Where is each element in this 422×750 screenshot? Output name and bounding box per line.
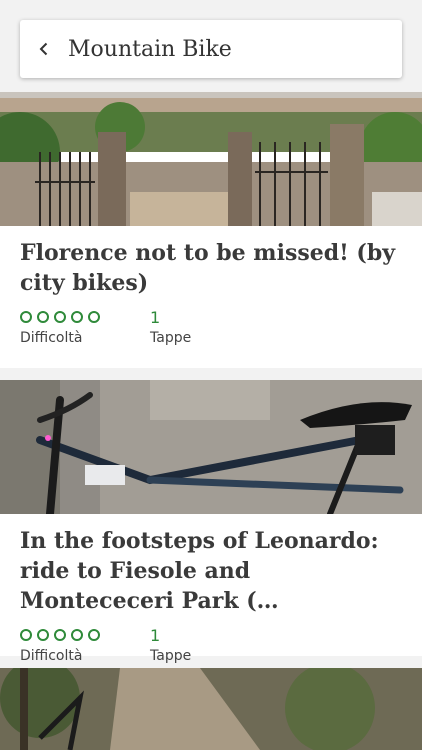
- stages: 1 Tappe: [150, 624, 191, 664]
- stages-label: Tappe: [150, 648, 192, 664]
- route-title: Florence not to be missed! (by city bike…: [20, 240, 395, 296]
- stages-label: Tappe: [150, 330, 192, 346]
- back-button[interactable]: [20, 20, 68, 78]
- route-image: [0, 668, 422, 750]
- route-meta: Difficoltà 1 Tappe: [0, 298, 422, 346]
- top-app-bar: Mountain Bike: [20, 20, 402, 78]
- route-image: [0, 380, 422, 514]
- rating-circle-icon: [20, 311, 32, 323]
- difficulty-label: Difficoltà: [20, 330, 83, 346]
- rating-circle-icon: [37, 629, 49, 641]
- rating-circle-icon: [88, 311, 100, 323]
- difficulty-label: Difficoltà: [20, 648, 83, 664]
- stages: 1 Tappe: [150, 306, 191, 346]
- route-title: In the footsteps of Leonardo: ride to Fi…: [20, 528, 379, 614]
- page-title: Mountain Bike: [68, 36, 232, 62]
- difficulty-rating: [20, 624, 100, 646]
- route-image: [0, 92, 422, 226]
- difficulty-rating: [20, 306, 100, 328]
- route-card[interactable]: Florence not to be missed! (by city bike…: [0, 92, 422, 368]
- route-card[interactable]: In the footsteps of Leonardo: ride to Fi…: [0, 380, 422, 664]
- rating-circle-icon: [54, 311, 66, 323]
- rating-circle-icon: [54, 629, 66, 641]
- rating-circle-icon: [37, 311, 49, 323]
- stages-count: 1: [150, 308, 161, 327]
- route-meta: Difficoltà 1 Tappe: [0, 616, 422, 664]
- difficulty: Difficoltà: [20, 306, 100, 346]
- rating-circle-icon: [20, 629, 32, 641]
- chevron-left-icon: [39, 42, 48, 56]
- route-card[interactable]: [0, 668, 422, 750]
- rating-circle-icon: [71, 629, 83, 641]
- rating-circle-icon: [71, 311, 83, 323]
- difficulty: Difficoltà: [20, 624, 100, 664]
- stages-count: 1: [150, 626, 161, 645]
- rating-circle-icon: [88, 629, 100, 641]
